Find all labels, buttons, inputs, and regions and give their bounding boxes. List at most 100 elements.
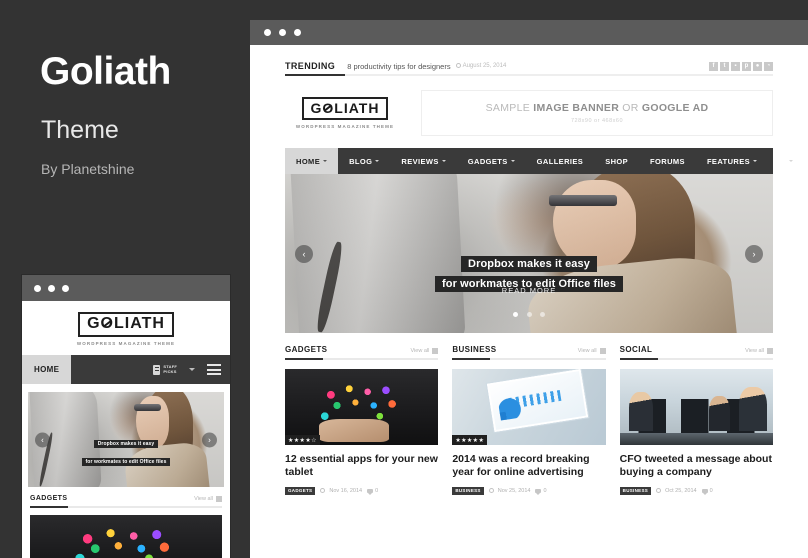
mobile-view-all-link[interactable]: View all — [194, 496, 222, 502]
site-content: TRENDING 8 productivity tips for designe… — [250, 45, 808, 495]
article-meta: BUSINESS Oct 25, 2014 0 — [619, 486, 773, 495]
mobile-nav-item-home[interactable]: HOME — [22, 355, 72, 384]
comment-icon — [535, 488, 542, 495]
category-badge[interactable]: GADGETS — [285, 486, 316, 495]
trending-bar: TRENDING 8 productivity tips for designe… — [285, 45, 773, 76]
category-title: GADGETS — [285, 345, 328, 354]
mobile-window-chrome — [22, 275, 230, 301]
mobile-nav-right-group: STAFF PICKS — [71, 355, 230, 384]
site-logo[interactable]: GOLIATH WORDPRESS MAGAZINE THEME — [285, 97, 405, 129]
nav-item-shop[interactable]: SHOP — [594, 148, 639, 174]
page-title: Goliath — [40, 50, 171, 93]
slider-dot-3[interactable] — [539, 312, 545, 317]
trending-headline-link[interactable]: 8 productivity tips for designers — [347, 62, 450, 71]
flickr-icon[interactable]: ▪ — [731, 61, 740, 71]
nav-item-home[interactable]: HOME — [285, 148, 339, 174]
hero-read-more-button[interactable]: READ MORE — [285, 286, 773, 295]
mobile-logo-tagline: WORDPRESS MAGAZINE THEME — [76, 341, 176, 346]
chevron-down-icon — [441, 160, 446, 162]
nav-item-features[interactable]: FEATURES — [696, 148, 768, 174]
mobile-preview-window: GOLIATH WORDPRESS MAGAZINE THEME HOME ST… — [22, 275, 230, 558]
hero-slider[interactable]: ‹ › Dropbox makes it easy for workmates … — [285, 174, 773, 333]
traffic-light-close-icon[interactable] — [34, 284, 41, 292]
logo-letter-o: O — [322, 100, 335, 116]
facebook-icon[interactable]: f — [709, 61, 718, 71]
nav-item-galleries[interactable]: GALLERIES — [526, 148, 595, 174]
article-comments: 0 — [367, 488, 378, 495]
twitter-icon[interactable]: t — [720, 61, 729, 71]
mobile-hero-caption: Dropbox makes it easy for workmates to e… — [28, 432, 224, 468]
site-logo-box: GOLIATH — [301, 97, 389, 120]
mobile-staff-picks-button[interactable]: STAFF PICKS — [153, 364, 177, 375]
category-column-gadgets: GADGETS View all ★★★★☆ 12 essential apps… — [285, 345, 439, 495]
dribbble-icon[interactable]: ● — [753, 61, 762, 71]
mobile-staff-line2: PICKS — [163, 368, 177, 374]
article-thumbnail[interactable]: ★★★★☆ — [285, 369, 439, 445]
mobile-card-image[interactable] — [30, 515, 222, 558]
hamburger-menu-icon[interactable] — [207, 364, 221, 375]
clock-icon — [656, 488, 662, 494]
traffic-light-minimize-icon[interactable] — [279, 29, 286, 36]
brand-author: By Planetshine — [41, 161, 135, 177]
article-meta: GADGETS Nov 16, 2014 0 — [285, 486, 438, 495]
chevron-down-icon — [375, 160, 380, 162]
article-thumbnail[interactable]: ★★★★★ — [452, 369, 606, 445]
mobile-category-title: GADGETS — [30, 495, 68, 502]
article-title[interactable]: 2014 was a record breaking year for onli… — [452, 453, 605, 480]
trending-label: TRENDING — [285, 61, 336, 71]
clock-icon — [488, 488, 494, 494]
nav-staff-picks-button[interactable]: STAFFPICKS — [804, 148, 808, 174]
mobile-hero-slider[interactable]: ‹ › Dropbox makes it easy for workmates … — [28, 392, 224, 487]
mobile-navbar: HOME STAFF PICKS — [22, 355, 230, 384]
logo-letters-liath: LIATH — [113, 315, 165, 332]
hero-caption-line1: Dropbox makes it easy — [461, 255, 597, 272]
article-card[interactable]: ★★★★★ 2014 was a record breaking year fo… — [452, 369, 606, 495]
view-all-link[interactable]: View all — [410, 348, 439, 354]
browser-window-chrome — [250, 20, 808, 45]
mobile-hero-caption-line1: Dropbox makes it easy — [93, 439, 159, 448]
traffic-light-maximize-icon[interactable] — [62, 284, 69, 292]
chevron-down-icon — [789, 160, 794, 162]
category-badge[interactable]: BUSINESS — [619, 486, 652, 495]
article-date: Nov 16, 2014 — [320, 488, 362, 494]
header-row: GOLIATH WORDPRESS MAGAZINE THEME SAMPLE … — [285, 76, 773, 148]
article-thumbnail[interactable] — [619, 369, 773, 445]
article-comments: 0 — [701, 488, 713, 495]
traffic-light-minimize-icon[interactable] — [48, 284, 55, 292]
category-badge[interactable]: BUSINESS — [452, 486, 484, 495]
nav-item-reviews[interactable]: REVIEWS — [390, 148, 456, 174]
comment-icon — [701, 488, 708, 495]
site-logo-tagline: WORDPRESS MAGAZINE THEME — [295, 124, 395, 129]
article-card[interactable]: CFO tweeted a message about buying a com… — [619, 369, 773, 495]
slider-dot-1[interactable] — [513, 312, 519, 317]
nav-item-forums[interactable]: FORUMS — [639, 148, 696, 174]
slider-dot-2[interactable] — [526, 312, 532, 317]
main-navbar: HOME BLOG REVIEWS GADGETS GALLERIES SHOP… — [285, 148, 794, 174]
trending-date: August 25, 2014 — [455, 62, 506, 69]
clock-icon — [320, 488, 326, 494]
category-header: SOCIAL View all — [619, 345, 773, 360]
traffic-light-maximize-icon[interactable] — [294, 29, 301, 36]
rss-icon[interactable]: ◔ — [764, 61, 773, 71]
social-icon-group: f t ▪ p ● ◔ — [709, 61, 773, 71]
category-column-business: BUSINESS View all ★★★★★ 2014 was a recor… — [452, 345, 606, 495]
article-title[interactable]: 12 essential apps for your new tablet — [285, 453, 438, 480]
mobile-logo[interactable]: GOLIATH WORDPRESS MAGAZINE THEME — [22, 301, 230, 355]
chevron-down-icon[interactable] — [189, 368, 195, 371]
view-all-link[interactable]: View all — [745, 348, 773, 354]
pinterest-icon[interactable]: p — [742, 61, 751, 71]
nav-item-gadgets[interactable]: GADGETS — [457, 148, 526, 174]
nav-item-blog[interactable]: BLOG — [338, 148, 390, 174]
mobile-logo-box: GOLIATH — [78, 312, 174, 337]
traffic-light-close-icon[interactable] — [264, 29, 271, 36]
nav-search-button[interactable] — [768, 148, 804, 174]
ad-banner-title: SAMPLE IMAGE BANNER OR GOOGLE AD — [485, 102, 709, 114]
article-card[interactable]: ★★★★☆ 12 essential apps for your new tab… — [285, 369, 439, 495]
article-title[interactable]: CFO tweeted a message about buying a com… — [620, 453, 773, 480]
chevron-down-icon — [753, 160, 758, 162]
search-icon — [779, 157, 787, 165]
ad-banner-placeholder[interactable]: SAMPLE IMAGE BANNER OR GOOGLE AD 728x90 … — [421, 90, 773, 136]
grid-icon — [216, 496, 222, 502]
article-comments: 0 — [535, 488, 547, 495]
view-all-link[interactable]: View all — [578, 348, 606, 354]
